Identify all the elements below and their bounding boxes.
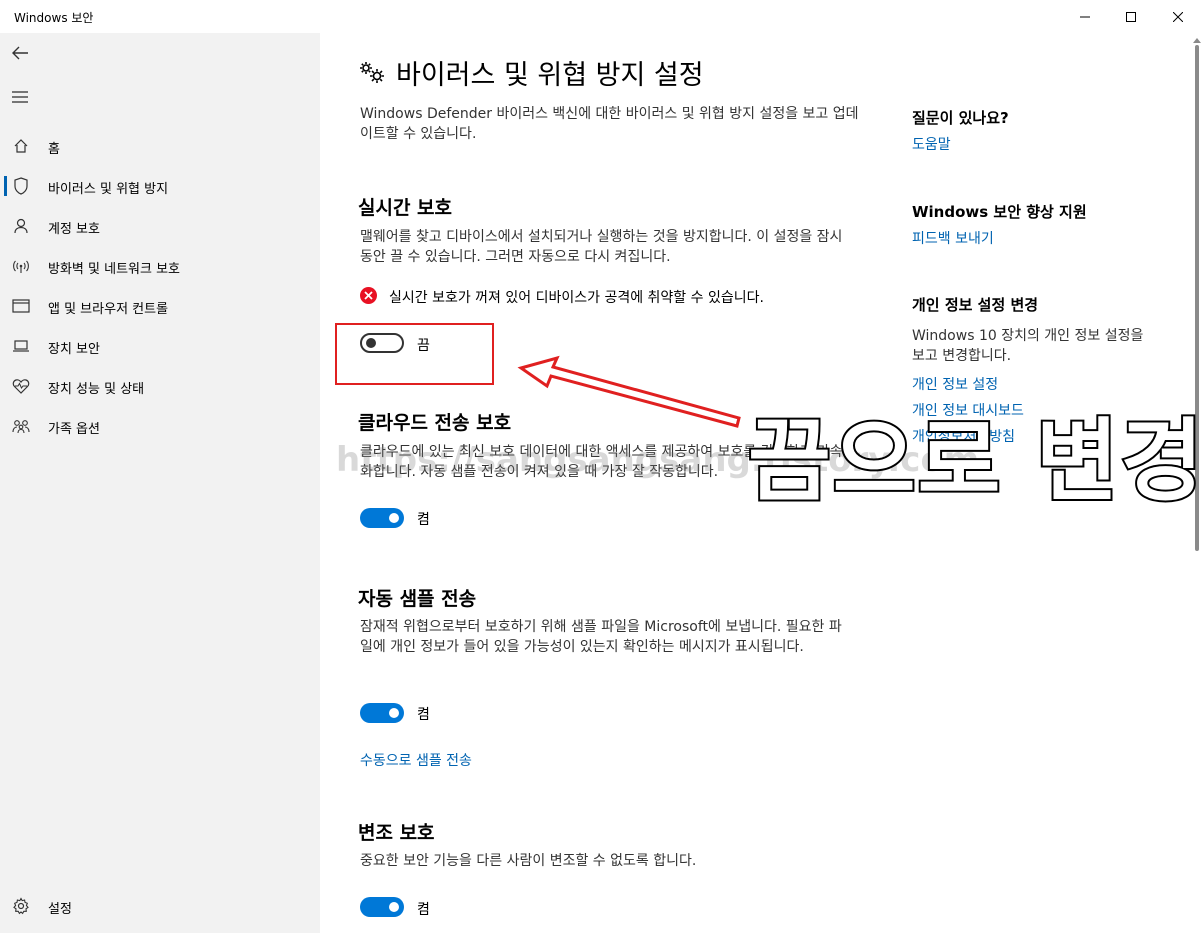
sidebar-item-firewall[interactable]: 방화벽 및 네트워크 보호 [0, 248, 320, 284]
manual-sample-submit-link[interactable]: 수동으로 샘플 전송 [360, 750, 472, 770]
cloud-protection-toggle-label: 켬 [417, 512, 430, 528]
cloud-protection-toggle[interactable] [360, 508, 404, 528]
scroll-up-arrow-icon[interactable] [1193, 38, 1201, 43]
tamper-protection-toggle[interactable] [360, 897, 404, 917]
sidebar-item-app-browser-control[interactable]: 앱 및 브라우저 컨트롤 [0, 288, 320, 324]
heart-pulse-icon [12, 377, 30, 395]
page-title: 바이러스 및 위협 방지 설정 [396, 60, 704, 91]
sidebar-item-home[interactable]: 홈 [0, 128, 320, 164]
feedback-link[interactable]: 피드백 보내기 [912, 228, 994, 248]
toggle-knob [389, 902, 399, 912]
laptop-icon [12, 337, 30, 355]
error-icon [360, 287, 377, 304]
wifi-icon [12, 257, 30, 275]
question-heading: 질문이 있나요? [912, 109, 1009, 127]
sidebar: 홈 바이러스 및 위협 방지 계정 보호 방화벽 및 네트워크 보호 앱 및 브… [0, 33, 320, 933]
close-button[interactable] [1155, 0, 1201, 33]
tamper-protection-title: 변조 보호 [358, 822, 435, 844]
gear-icon [12, 897, 30, 915]
help-link[interactable]: 도움말 [912, 134, 951, 154]
sidebar-item-label: 가족 옵션 [48, 422, 100, 437]
minimize-button[interactable] [1062, 0, 1108, 33]
sidebar-item-label: 앱 및 브라우저 컨트롤 [48, 302, 169, 317]
window-title: Windows 보안 [14, 11, 94, 25]
tamper-protection-description: 중요한 보안 기능을 다른 사람이 변조할 수 없도록 합니다. [360, 853, 697, 869]
sidebar-item-label: 설정 [48, 902, 72, 917]
shield-icon [12, 177, 30, 195]
realtime-protection-title: 실시간 보호 [358, 197, 453, 219]
realtime-warning: 실시간 보호가 꺼져 있어 디바이스가 공격에 취약할 수 있습니다. [360, 287, 764, 306]
cloud-protection-title: 클라우드 전송 보호 [358, 412, 512, 434]
toggle-knob [389, 708, 399, 718]
minimize-icon [1080, 16, 1090, 17]
sidebar-item-label: 방화벽 및 네트워크 보호 [48, 262, 180, 277]
improve-heading: Windows 보안 향상 지원 [912, 203, 1087, 221]
sidebar-item-label: 바이러스 및 위협 방지 [48, 182, 169, 197]
tamper-protection-toggle-label: 켬 [417, 902, 430, 918]
privacy-heading: 개인 정보 설정 변경 [912, 296, 1039, 314]
sample-submission-description: 잠재적 위협으로부터 보호하기 위해 샘플 파일을 Microsoft에 보냅니… [360, 619, 842, 655]
title-bar: Windows 보안 [0, 0, 1201, 33]
close-icon [1173, 11, 1183, 22]
sidebar-item-label: 계정 보호 [48, 222, 100, 237]
maximize-icon [1126, 11, 1136, 22]
highlight-box [335, 323, 494, 385]
family-icon [12, 417, 30, 435]
hamburger-icon [12, 91, 28, 103]
annotation-callout: 끔으로 변경 [746, 407, 1201, 516]
sidebar-item-virus-protection[interactable]: 바이러스 및 위협 방지 [0, 168, 320, 204]
sidebar-item-family-options[interactable]: 가족 옵션 [0, 408, 320, 444]
realtime-protection-description: 맬웨어를 찾고 디바이스에서 설치되거나 실행하는 것을 방지합니다. 이 설정… [360, 229, 843, 265]
sample-submission-title: 자동 샘플 전송 [358, 588, 477, 610]
home-icon [12, 137, 30, 155]
maximize-button[interactable] [1108, 0, 1154, 33]
sidebar-item-device-performance[interactable]: 장치 성능 및 상태 [0, 368, 320, 404]
sample-submission-toggle-label: 켬 [417, 707, 430, 723]
sidebar-item-label: 장치 성능 및 상태 [48, 382, 145, 397]
sidebar-item-label: 홈 [48, 142, 60, 157]
page-description: Windows Defender 바이러스 백신에 대한 바이러스 및 위협 방… [360, 106, 859, 142]
app-window-icon [12, 297, 30, 315]
sidebar-item-settings[interactable]: 설정 [0, 888, 320, 924]
person-icon [12, 217, 30, 235]
back-button[interactable] [8, 41, 32, 65]
hamburger-menu-button[interactable] [8, 85, 32, 109]
toggle-knob [389, 513, 399, 523]
warning-text: 실시간 보호가 꺼져 있어 디바이스가 공격에 취약할 수 있습니다. [389, 290, 764, 306]
back-arrow-icon [12, 46, 28, 60]
pointer-arrow-icon [517, 355, 741, 428]
sidebar-item-device-security[interactable]: 장치 보안 [0, 328, 320, 364]
gears-icon [360, 62, 384, 83]
sample-submission-toggle[interactable] [360, 703, 404, 723]
privacy-description: Windows 10 장치의 개인 정보 설정을 보고 변경합니다. [912, 328, 1144, 364]
sidebar-item-label: 장치 보안 [48, 342, 100, 357]
sidebar-item-account-protection[interactable]: 계정 보호 [0, 208, 320, 244]
